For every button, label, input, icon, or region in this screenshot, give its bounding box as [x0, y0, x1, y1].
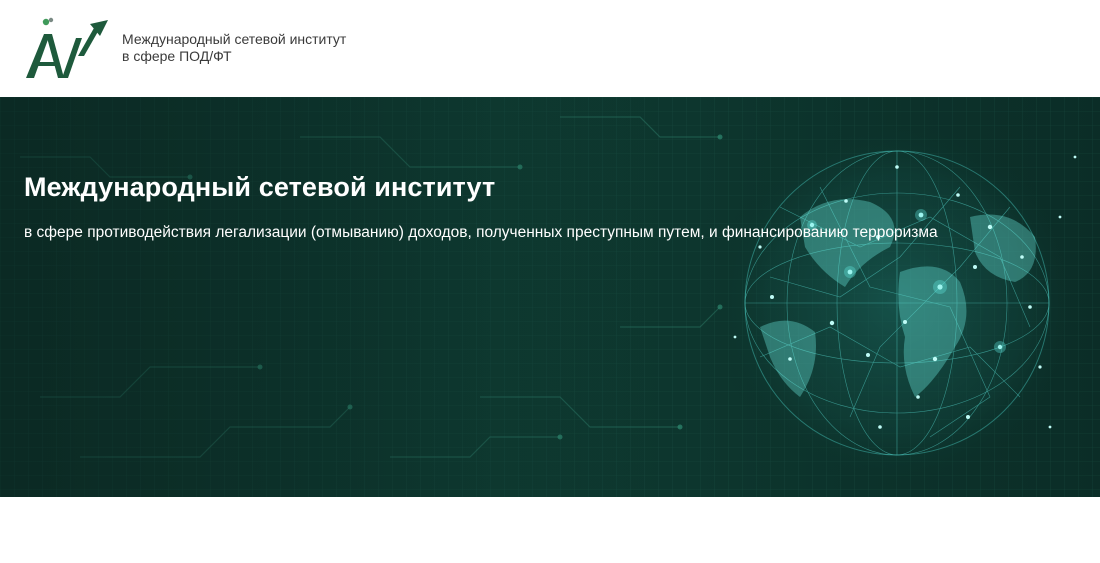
logo-text-line1: Международный сетевой институт: [122, 31, 347, 47]
logo-home-link[interactable]: Международный сетевой институт в сфере П…: [24, 16, 346, 80]
hero-title: Международный сетевой институт: [24, 172, 496, 202]
site-header: Международный сетевой институт в сфере П…: [0, 0, 1100, 97]
network-globe-illustration: [0, 97, 1100, 497]
page-bottom-area: [0, 497, 1100, 563]
iaw-logo-icon: [26, 17, 108, 78]
hero-subtitle: в сфере противодействия легализации (отм…: [24, 224, 938, 241]
logo-text-line2: в сфере ПОД/ФТ: [122, 48, 232, 64]
hero-banner: Международный сетевой институт в сфере п…: [0, 97, 1100, 497]
logo-text: Международный сетевой институт в сфере П…: [122, 31, 346, 65]
